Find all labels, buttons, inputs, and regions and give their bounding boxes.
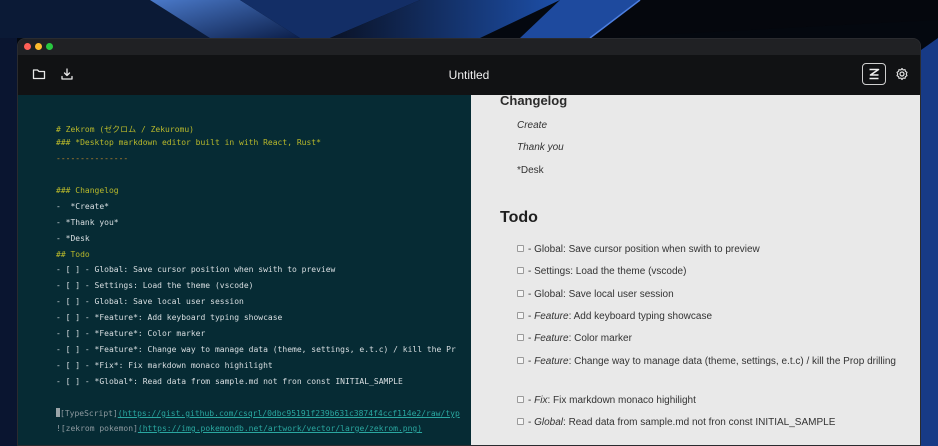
todo-checkbox[interactable] xyxy=(517,396,524,403)
code-line-image: ![zekrom pokemon](https://img.pokemondb.… xyxy=(56,424,422,434)
code-line: - [ ] - Global: Save local user session xyxy=(56,297,244,306)
code-line: - [ ] - Settings: Load the theme (vscode… xyxy=(56,281,254,290)
code-line: ## Todo xyxy=(56,250,90,259)
code-line: - [ ] - *Feature*: Color marker xyxy=(56,329,206,338)
todo-item: - Settings: Load the theme (vscode) xyxy=(517,262,912,282)
maximize-window-button[interactable] xyxy=(46,43,53,50)
todo-emphasis: Feature xyxy=(534,311,569,322)
todo-text: : Fix markdown monaco highilight xyxy=(547,395,696,406)
todo-text: : Add keyboard typing showcase xyxy=(568,311,713,322)
code-line: - [ ] - *Global*: Read data from sample.… xyxy=(56,377,403,386)
markdown-editor[interactable]: # Zekrom (ゼクロム / Zekuromu) ### *Desktop … xyxy=(18,95,471,445)
todo-text: : Read data from sample.md not fron cons… xyxy=(563,417,836,428)
code-line: - *Create* xyxy=(56,202,109,211)
code-line: # Zekrom (ゼクロム / Zekuromu) xyxy=(56,125,194,134)
image-url[interactable]: (https://img.pokemondb.net/artwork/vecto… xyxy=(138,424,422,433)
todo-checkbox[interactable] xyxy=(517,245,524,252)
todo-item: - Global: Read data from sample.md not f… xyxy=(517,413,912,433)
code-line: - *Thank you* xyxy=(56,218,119,227)
todo-text: - Settings: Load the theme (vscode) xyxy=(528,266,687,277)
zekrom-logo-icon[interactable] xyxy=(862,63,886,85)
code-line: - [ ] - Global: Save cursor position whe… xyxy=(56,265,336,274)
code-line: - [ ] - *Fix*: Fix markdown monaco highi… xyxy=(56,361,273,370)
changelog-item: *Desk xyxy=(517,165,544,176)
todo-heading: Todo xyxy=(500,209,538,226)
changelog-item: Thank you xyxy=(517,142,564,153)
todo-emphasis: Fix xyxy=(534,395,548,406)
code-line: --------------- xyxy=(56,154,129,163)
code-line-link: [TypeScript](https://gist.github.com/csq… xyxy=(56,408,460,419)
todo-item: - Fix: Fix markdown monaco highilight xyxy=(517,391,912,411)
close-window-button[interactable] xyxy=(24,43,31,50)
todo-checkbox[interactable] xyxy=(517,267,524,274)
gear-icon[interactable] xyxy=(895,67,909,81)
todo-checkbox[interactable] xyxy=(517,334,524,341)
changelog-item: Create xyxy=(517,120,548,131)
todo-item: - Feature: Add keyboard typing showcase xyxy=(517,307,912,327)
todo-text: - Global: Save local user session xyxy=(528,289,674,300)
todo-text: : Color marker xyxy=(568,333,632,344)
todo-item: - Feature: Change way to manage data (th… xyxy=(517,352,912,372)
changelog-heading: Changelog xyxy=(500,95,568,108)
code-line: - *Desk xyxy=(56,234,90,243)
todo-emphasis: Feature xyxy=(534,333,569,344)
code-line: ### *Desktop markdown editor built in wi… xyxy=(56,138,321,147)
title-bar xyxy=(18,39,920,55)
todo-checkbox[interactable] xyxy=(517,290,524,297)
toolbar: Untitled xyxy=(18,55,920,95)
link-url[interactable]: (https://gist.github.com/csqrl/0dbc95191… xyxy=(118,409,460,418)
todo-emphasis: Feature xyxy=(534,356,569,367)
todo-checkbox[interactable] xyxy=(517,418,524,425)
todo-text: - Global: Save cursor position when swit… xyxy=(528,244,760,255)
image-alt-text: ![zekrom pokemon] xyxy=(56,424,138,433)
document-title: Untitled xyxy=(448,68,490,82)
code-line: - [ ] - *Feature*: Add keyboard typing s… xyxy=(56,313,283,322)
code-line: - [ ] - *Feature*: Change way to manage … xyxy=(56,345,456,354)
todo-checkbox[interactable] xyxy=(517,357,524,364)
app-window: Untitled # Zekrom (ゼクロム / Zekuromu) ### … xyxy=(17,38,921,446)
todo-emphasis: Global xyxy=(534,417,564,428)
link-text: [TypeScript] xyxy=(60,409,118,418)
todo-checkbox[interactable] xyxy=(517,312,524,319)
markdown-preview: Changelog Create Thank you *Desk Todo - … xyxy=(471,95,920,445)
todo-item: - Global: Save cursor position when swit… xyxy=(517,240,912,260)
todo-item: - Global: Save local user session xyxy=(517,285,912,305)
code-line: ### Changelog xyxy=(56,186,119,195)
todo-text: : Change way to manage data (theme, sett… xyxy=(568,356,896,367)
minimize-window-button[interactable] xyxy=(35,43,42,50)
todo-item: - Feature: Color marker xyxy=(517,329,912,349)
